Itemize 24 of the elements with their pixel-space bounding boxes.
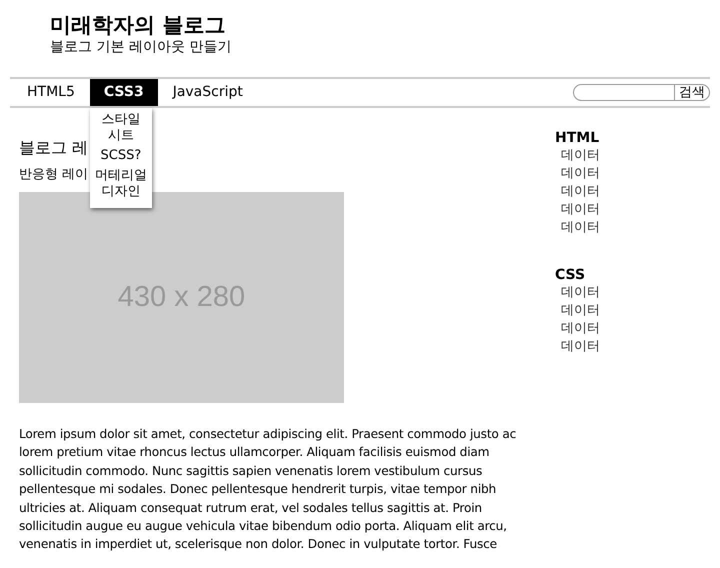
sidebar-heading: CSS [555,267,586,284]
sidebar-link[interactable]: 데이터 [555,338,600,356]
sidebar-heading: HTML [555,130,600,147]
sidebar-link[interactable]: 데이터 [555,201,600,219]
nav-tab[interactable]: HTML5 [18,79,84,106]
sidebar-link[interactable]: 데이터 [555,284,600,302]
search-field[interactable] [573,84,674,101]
dropdown-item[interactable]: 머테리얼 디자인 [88,166,153,202]
sidebar-link[interactable]: 데이터 [555,165,600,183]
sidebar-link[interactable]: 데이터 [555,302,600,320]
article-heading: 블로그 레 [19,138,88,158]
article-subheading: 반응형 레이 [19,166,88,184]
sidebar-link[interactable]: 데이터 [555,183,600,201]
nav-tab[interactable]: JavaScript [164,79,252,106]
dropdown-item[interactable]: 스타일 시트 [90,110,152,146]
sidebar-link[interactable]: 데이터 [555,219,600,237]
article-paragraph: Lorem ipsum dolor sit amet, consectetur adipiscing elit. Praesent commodo justo ac lorem pretium vitae rhoncus lectus ullamcorper. Aliquam facilisis euismod diam sollicitudin commodo. Nunc sagittis sapien venenatis lorem vestibulum cursus pellentesque mi sodales. Donec pellentesque hendrerit turpis, vitae tempor nibh ultricies at. Aliquam consequat rutrum erat, vel sodales tellus sagittis at. Proin sollicitudin augue eu augue vehicula vitae bibendum odio porta. Aliquam elit arcu, venenatis in imperdiet ut, scelerisque non dolor. Donec in vulputate tortor. Fusce [19,426,518,554]
blog-title: 미래학자의 블로그 [50,12,226,38]
sidebar-link[interactable]: 데이터 [555,320,600,338]
sidebar-link[interactable]: 데이터 [555,147,600,165]
nav-tab[interactable]: CSS3 [90,79,158,106]
blog-subtitle: 블로그 기본 레이아웃 만들기 [50,38,232,56]
search-button[interactable]: 검색 [674,84,710,101]
dropdown-item[interactable]: SCSS? [94,146,148,166]
